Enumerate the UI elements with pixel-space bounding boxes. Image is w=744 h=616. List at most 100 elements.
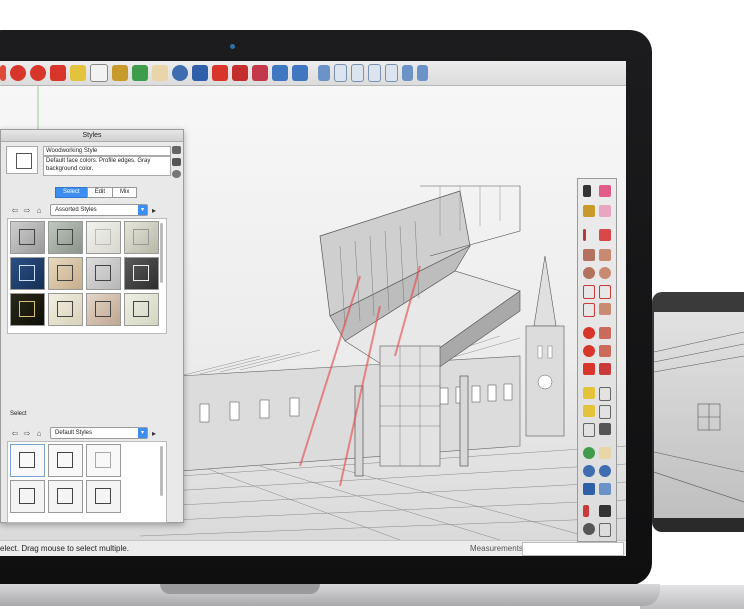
style-thumbnail[interactable] <box>48 293 83 326</box>
paint-icon[interactable] <box>583 205 595 217</box>
zoom-extents-tool-icon[interactable] <box>583 483 595 495</box>
eraser-tool-icon[interactable] <box>599 205 611 217</box>
update-style-icon[interactable] <box>172 170 181 178</box>
style-thumbnail[interactable] <box>86 257 121 290</box>
details-arrow-icon[interactable]: ▸ <box>152 206 156 215</box>
style-thumbnail[interactable] <box>86 444 121 477</box>
warehouse-icon[interactable] <box>212 65 228 81</box>
previous-view-icon[interactable] <box>599 483 611 495</box>
tab-mix[interactable]: Mix <box>112 187 138 198</box>
redo-icon[interactable] <box>292 65 308 81</box>
left-view-icon[interactable] <box>402 65 413 81</box>
front-view-icon[interactable] <box>351 64 364 82</box>
style-thumbnail[interactable] <box>48 444 83 477</box>
scale-tool-icon[interactable] <box>583 363 595 375</box>
forward-arrow-icon[interactable]: ⇨ <box>22 206 32 215</box>
dimension-icon[interactable] <box>599 387 611 401</box>
pan-icon[interactable] <box>152 65 168 81</box>
style-thumbnail[interactable] <box>10 444 45 477</box>
offset-icon[interactable] <box>599 363 611 375</box>
zoom-icon[interactable] <box>172 65 188 81</box>
section-plane-icon[interactable] <box>599 523 611 537</box>
style-thumbnail[interactable] <box>48 257 83 290</box>
back-arrow-icon[interactable]: ⇦ <box>10 206 20 215</box>
layout-icon[interactable] <box>252 65 268 81</box>
pie-icon[interactable] <box>583 303 595 317</box>
style-thumbnail[interactable] <box>48 480 83 513</box>
tab-edit[interactable]: Edit <box>86 187 114 198</box>
style-thumbnail[interactable] <box>10 257 45 290</box>
library-select-bottom[interactable]: Default Styles ▾ <box>50 427 148 439</box>
line-icon[interactable] <box>583 229 586 241</box>
eraser-icon[interactable] <box>599 185 611 197</box>
rectangle-icon[interactable] <box>583 249 595 261</box>
back-view-icon[interactable] <box>385 64 398 82</box>
three-point-arc-icon[interactable] <box>599 303 611 315</box>
top-view-icon[interactable] <box>334 64 347 82</box>
push-pull-icon[interactable] <box>599 327 611 339</box>
iso-view-icon[interactable] <box>318 65 330 81</box>
arc-icon[interactable] <box>583 285 595 299</box>
scale-icon[interactable] <box>50 65 66 81</box>
two-point-arc-icon[interactable] <box>599 285 611 299</box>
extension-warehouse-icon[interactable] <box>232 65 248 81</box>
circle-icon[interactable] <box>583 267 595 279</box>
rotate-icon[interactable] <box>0 65 6 81</box>
text-tool-icon[interactable] <box>599 405 611 419</box>
save-style-icon[interactable] <box>172 146 181 154</box>
tape-measure-tool-icon[interactable] <box>583 387 595 399</box>
zoom-tool-icon[interactable] <box>583 465 595 477</box>
text-icon[interactable] <box>90 64 108 82</box>
polygon-icon[interactable] <box>599 267 611 279</box>
look-around-icon[interactable] <box>583 523 595 535</box>
style-grid-top <box>7 218 167 334</box>
style-thumbnail[interactable] <box>124 293 159 326</box>
style-thumbnail[interactable] <box>10 480 45 513</box>
right-view-icon[interactable] <box>368 64 381 82</box>
orbit-tool-icon[interactable] <box>583 447 595 459</box>
zoom-extents-icon[interactable] <box>192 65 208 81</box>
undo-icon[interactable] <box>272 65 288 81</box>
library-select-top[interactable]: Assorted Styles ▾ <box>50 204 148 216</box>
details-arrow-icon[interactable]: ▸ <box>152 429 156 438</box>
3d-text-icon[interactable] <box>599 423 611 435</box>
select-arrow-icon[interactable] <box>583 185 591 197</box>
style-thumbnail[interactable] <box>10 221 45 254</box>
scrollbar[interactable] <box>160 446 163 496</box>
style-thumbnail[interactable] <box>124 221 159 254</box>
orbit-icon[interactable] <box>132 65 148 81</box>
forward-arrow-icon[interactable]: ⇨ <box>22 429 32 438</box>
home-icon[interactable]: ⌂ <box>34 429 44 438</box>
move-tool-icon[interactable] <box>583 327 595 339</box>
style-thumbnail[interactable] <box>86 480 121 513</box>
pan-tool-icon[interactable] <box>599 447 611 459</box>
back-arrow-icon[interactable]: ⇦ <box>10 429 20 438</box>
style-description-field[interactable]: Default face colors. Profile edges. Gray… <box>43 156 171 176</box>
tab-select[interactable]: Select <box>55 187 88 198</box>
measurements-label: Measurements <box>470 544 523 553</box>
axes-icon[interactable] <box>583 423 595 437</box>
style-thumbnail[interactable] <box>86 293 121 326</box>
rotated-rectangle-icon[interactable] <box>599 249 611 261</box>
style-thumbnail[interactable] <box>48 221 83 254</box>
walk-icon[interactable] <box>599 505 611 517</box>
paint-bucket-icon[interactable] <box>112 65 128 81</box>
move-icon[interactable] <box>10 65 26 81</box>
protractor-icon[interactable] <box>583 405 595 417</box>
follow-me-icon[interactable] <box>599 345 611 357</box>
zoom-window-icon[interactable] <box>599 465 611 477</box>
style-thumbnail[interactable] <box>124 257 159 290</box>
position-camera-icon[interactable] <box>583 505 589 517</box>
freehand-icon[interactable] <box>599 229 611 241</box>
rotate-tool-icon[interactable] <box>30 65 46 81</box>
tape-measure-icon[interactable] <box>70 65 86 81</box>
scrollbar[interactable] <box>160 223 163 283</box>
rotate-tool-icon-right[interactable] <box>583 345 595 357</box>
bottom-view-icon[interactable] <box>417 65 428 81</box>
create-style-icon[interactable] <box>172 158 181 166</box>
style-name-field[interactable]: Woodworking Style <box>43 146 171 156</box>
measurements-field[interactable] <box>522 542 624 556</box>
style-thumbnail[interactable] <box>86 221 121 254</box>
home-icon[interactable]: ⌂ <box>34 206 44 215</box>
style-thumbnail[interactable] <box>10 293 45 326</box>
